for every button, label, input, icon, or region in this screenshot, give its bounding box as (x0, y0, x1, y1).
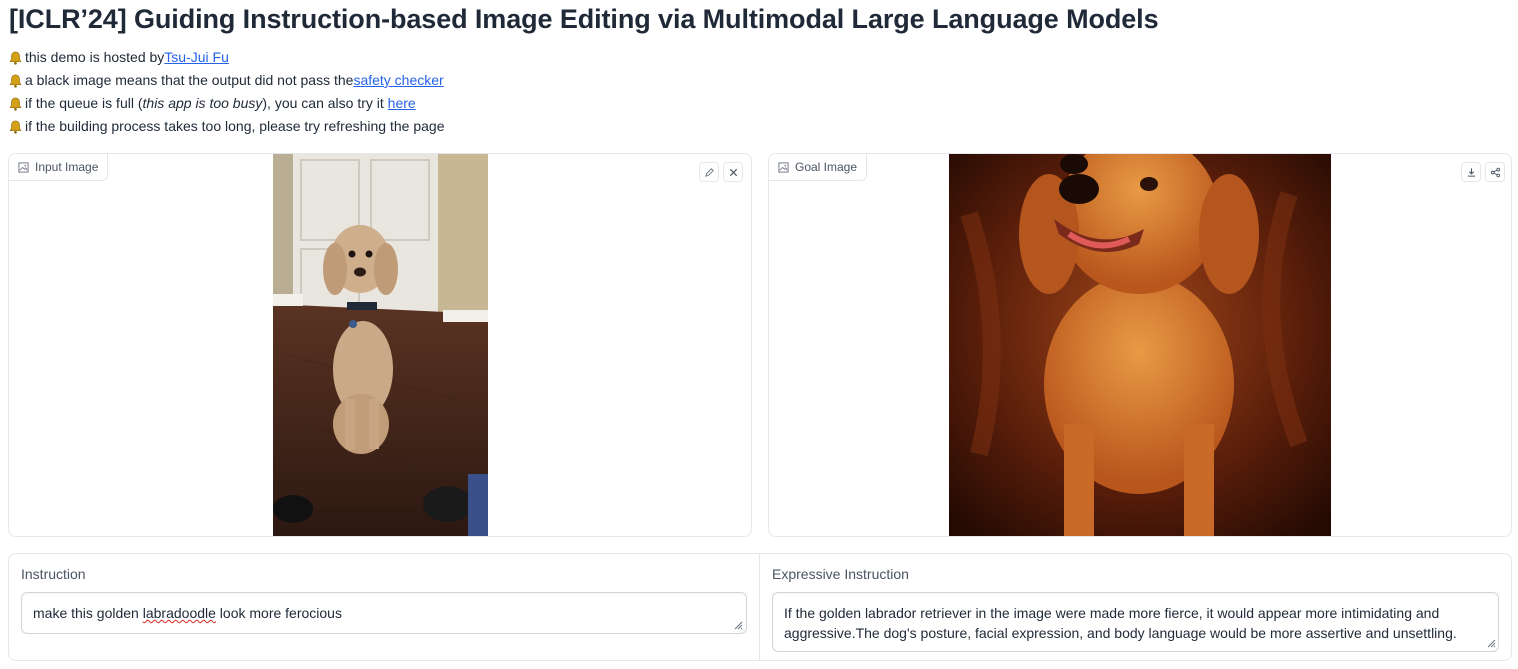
resize-handle-icon[interactable] (733, 620, 743, 630)
clear-image-button[interactable] (723, 162, 743, 182)
image-icon (18, 161, 29, 173)
note-safety-text: a black image means that the output did … (25, 72, 354, 88)
download-icon (1467, 167, 1475, 177)
goal-image-label-text: Goal Image (795, 160, 858, 174)
input-image-panel[interactable]: Input Image (8, 153, 752, 537)
goal-image-label: Goal Image (769, 154, 868, 181)
instruction-input[interactable]: make this golden labradoodle look more f… (21, 592, 747, 634)
bell-icon (9, 74, 22, 88)
note-queue-text-b: ), you can also try it (262, 95, 388, 111)
bell-icon (9, 51, 22, 65)
resize-handle-icon[interactable] (1486, 638, 1496, 648)
misspelled-word: labradoodle (142, 605, 216, 621)
note-refresh: if the building process takes too long, … (8, 115, 444, 138)
note-safety: a black image means that the output did … (8, 69, 444, 92)
edit-image-button[interactable] (699, 162, 719, 182)
instruction-panel: Instruction make this golden labradoodle… (8, 553, 760, 661)
expressive-instruction-panel: Expressive Instruction If the golden lab… (760, 553, 1512, 661)
here-link[interactable]: here (388, 92, 416, 115)
expressive-instruction-output[interactable]: If the golden labrador retriever in the … (772, 592, 1499, 652)
page-title: [ICLR’24] Guiding Instruction-based Imag… (9, 4, 1159, 34)
author-link[interactable]: Tsu-Jui Fu (164, 46, 229, 69)
goal-dog-image (949, 154, 1331, 536)
bell-icon (9, 120, 22, 134)
note-queue-text-a: if the queue is full ( (25, 95, 143, 111)
note-queue: if the queue is full ( this app is too b… (8, 92, 444, 115)
expressive-instruction-label: Expressive Instruction (772, 566, 909, 582)
instruction-text-before: make this golden (33, 605, 143, 621)
safety-checker-link[interactable]: safety checker (353, 69, 443, 92)
instruction-text-after: look more ferocious (215, 605, 342, 621)
share-button[interactable] (1485, 162, 1505, 182)
close-icon (729, 168, 737, 176)
notes-list: this demo is hosted by Tsu-Jui Fu a blac… (8, 46, 444, 138)
download-button[interactable] (1461, 162, 1481, 182)
image-icon (778, 161, 789, 173)
goal-image-panel[interactable]: Goal Image (768, 153, 1512, 537)
share-icon (1490, 167, 1500, 177)
instruction-label: Instruction (21, 566, 86, 582)
note-hosted: this demo is hosted by Tsu-Jui Fu (8, 46, 444, 69)
bell-icon (9, 97, 22, 111)
note-hosted-text: this demo is hosted by (25, 49, 165, 65)
note-refresh-text: if the building process takes too long, … (25, 118, 445, 134)
input-dog-photo (273, 154, 488, 536)
note-queue-italic: this app is too busy (142, 95, 263, 111)
input-image-label-text: Input Image (35, 160, 99, 174)
pencil-icon (704, 167, 714, 177)
input-image-label: Input Image (9, 154, 109, 181)
